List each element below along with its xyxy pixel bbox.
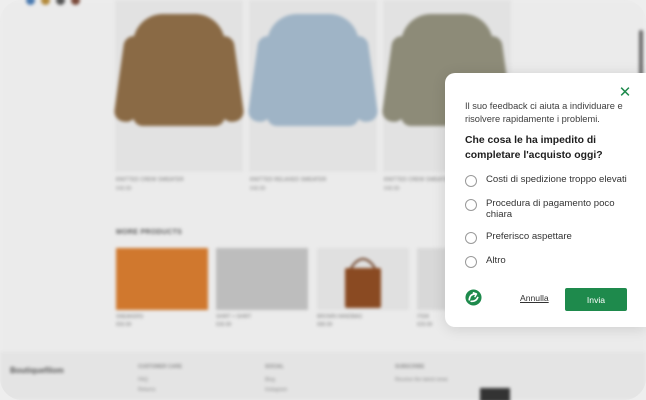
radio-button[interactable] [465,175,477,187]
footer-link[interactable]: Returns [138,387,156,393]
cancel-button[interactable]: Annulla [520,293,549,303]
swatch-icon [56,0,65,5]
product-name: KNITTED CREW SWEATER [116,177,184,183]
modal-intro-text: Il suo feedback ci aiuta a individuare e… [465,101,623,124]
product-thumbnail[interactable] [216,248,308,310]
submit-button[interactable]: Invia [565,288,627,311]
option-label: Costi di spedizione troppo elevati [486,174,627,185]
option-prefer-wait[interactable]: Preferisco aspettare [465,228,637,244]
subscribe-button[interactable] [480,388,510,400]
footer-column-title: CUSTOMER CARE [138,364,183,370]
thumbnail-price: €59.99 [116,322,132,328]
option-shipping-costs[interactable]: Costi di spedizione troppo elevati [465,171,637,187]
footer-brand: Boutiquefilom [10,366,64,375]
thumbnail-name: ITEM [417,314,429,320]
option-label: Altro [486,255,506,266]
brand-logo-icon [465,289,482,306]
footer-column-title: SUBSCRIBE [395,364,425,370]
thumbnail-price: €89.99 [317,322,333,328]
answer-options: Costi di spedizione troppo elevati Proce… [465,171,637,276]
footer-column-title: SOCIAL [265,364,284,370]
footer-text: Receive the latest news [395,377,448,383]
product-card[interactable] [249,0,377,172]
handbag-icon [345,258,381,308]
product-price: €49.99 [250,186,266,192]
product-thumbnail[interactable] [317,248,409,310]
thumbnail-name: SHIRT + SHIRT [216,314,252,320]
close-icon[interactable]: ✕ [618,85,632,100]
app-frame: KNITTED CREW SWEATER €49.99 KNITTED RELA… [0,0,646,400]
radio-button[interactable] [465,232,477,244]
product-thumbnail[interactable] [116,248,208,310]
section-title: MORE PRODUCTS [116,229,183,236]
sweater-image [267,14,359,126]
option-other[interactable]: Altro [465,252,637,268]
product-price: €49.99 [384,186,400,192]
sweater-image [133,14,225,126]
swatch-icon [26,0,35,5]
modal-question: Che cosa le ha impedito di completare l'… [465,135,603,161]
thumbnail-price: €39.99 [216,322,232,328]
product-price: €49.99 [116,186,132,192]
footer-link[interactable]: Blog [265,377,275,383]
option-unclear-payment[interactable]: Procedura di pagamento poco chiara [465,195,637,220]
footer-link[interactable]: Instagram [265,387,287,393]
footer: Boutiquefilom CUSTOMER CARE FAQ Returns … [0,352,646,400]
option-label: Procedura di pagamento poco chiara [486,198,615,220]
product-card[interactable] [115,0,243,172]
color-swatches [26,0,80,5]
product-name: KNITTED RELAXED SWEATER [250,177,327,183]
footer-link[interactable]: FAQ [138,377,148,383]
thumbnail-price: €29.99 [417,322,433,328]
swatch-icon [71,0,80,5]
product-name: KNITTED CREW SWEATER [384,177,452,183]
thumbnail-name: SNEAKERS [116,314,144,320]
option-label: Preferisco aspettare [486,231,572,242]
radio-button[interactable] [465,199,477,211]
swatch-icon [41,0,50,5]
radio-button[interactable] [465,256,477,268]
thumbnail-name: BROWN HANDBAG [317,314,363,320]
feedback-modal: ✕ Il suo feedback ci aiuta a individuare… [445,73,646,327]
